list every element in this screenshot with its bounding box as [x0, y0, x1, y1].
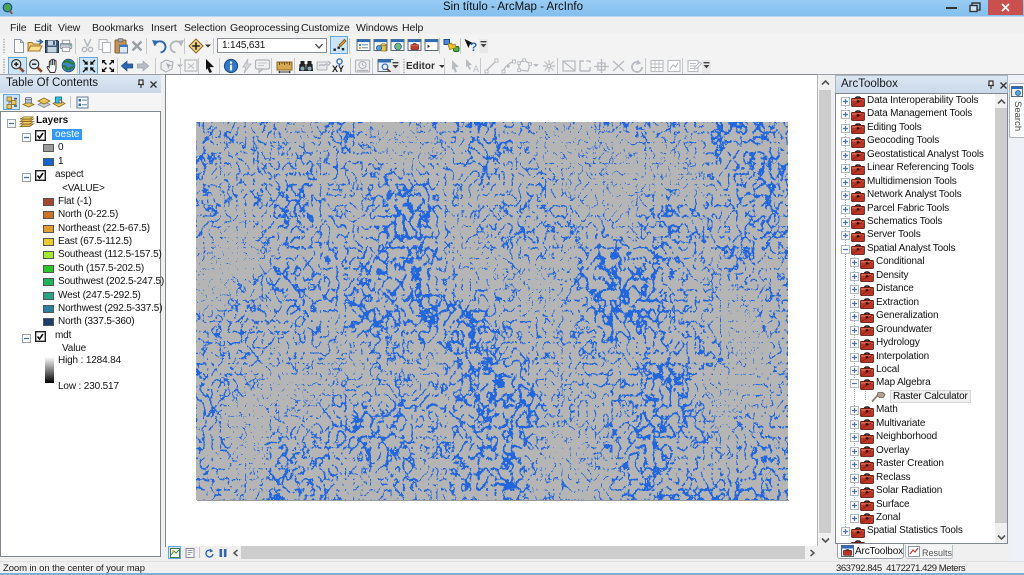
svg-text:?: ? [470, 40, 477, 54]
svg-text:XY: XY [332, 64, 344, 74]
svg-text:A: A [473, 64, 479, 74]
